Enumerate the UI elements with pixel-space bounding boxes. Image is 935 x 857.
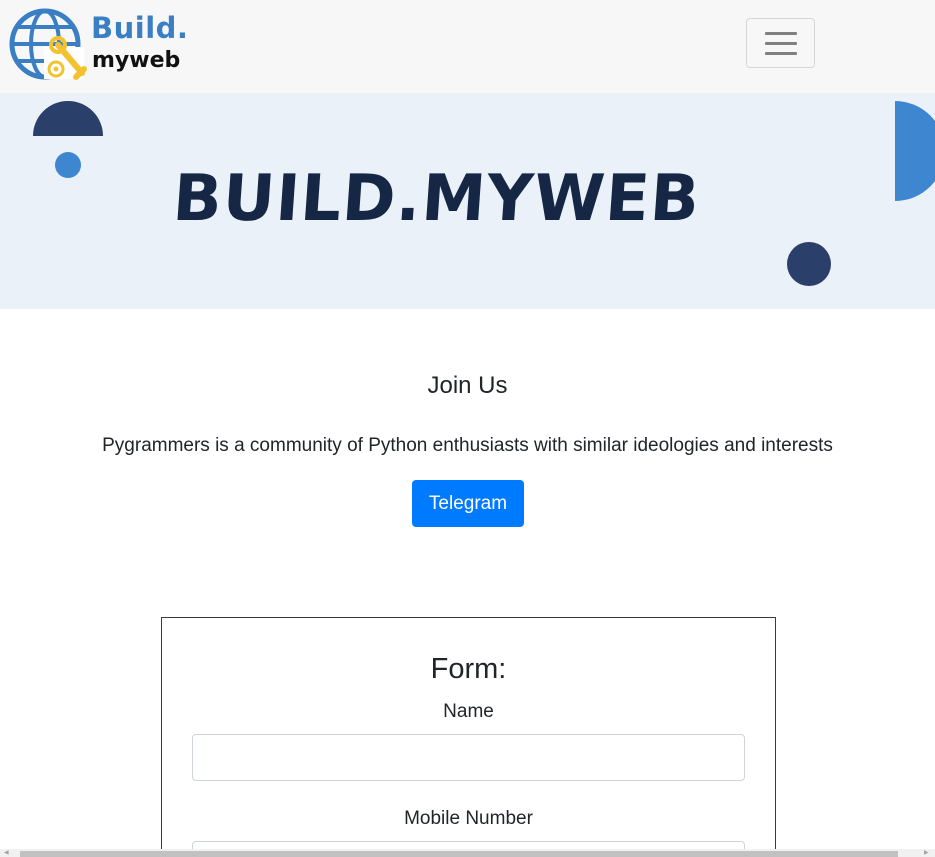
navbar-toggle-button[interactable] bbox=[746, 18, 815, 68]
navbar: Build. myweb bbox=[0, 0, 935, 93]
mobile-number-label: Mobile Number bbox=[404, 808, 533, 829]
blue-half-circle-shape bbox=[895, 101, 935, 201]
hero-banner: BUILD.MYWEB bbox=[0, 93, 935, 309]
brand-name-bottom: myweb bbox=[92, 48, 181, 73]
scroll-right-arrow-icon[interactable]: ▶ bbox=[924, 850, 929, 856]
form-card: Form: Name Mobile Number bbox=[161, 617, 776, 857]
globe-wrench-gear-icon bbox=[9, 8, 87, 80]
name-label: Name bbox=[443, 701, 494, 722]
join-title: Join Us bbox=[427, 372, 508, 399]
dark-half-circle-shape bbox=[33, 101, 103, 136]
join-description: Pygrammers is a community of Python enth… bbox=[102, 435, 833, 456]
scroll-left-arrow-icon[interactable]: ◀ bbox=[4, 850, 9, 856]
brand-logo[interactable]: Build. myweb bbox=[8, 7, 188, 83]
form-title: Form: bbox=[430, 653, 507, 685]
hero-title: BUILD.MYWEB bbox=[170, 162, 703, 236]
horizontal-scrollbar[interactable]: ◀ ▶ bbox=[0, 849, 935, 857]
dark-circle-shape bbox=[787, 242, 831, 286]
brand-name-top: Build. bbox=[91, 11, 189, 45]
scrollbar-thumb[interactable] bbox=[20, 851, 898, 857]
telegram-button[interactable]: Telegram bbox=[412, 480, 524, 527]
name-input[interactable] bbox=[192, 734, 745, 781]
